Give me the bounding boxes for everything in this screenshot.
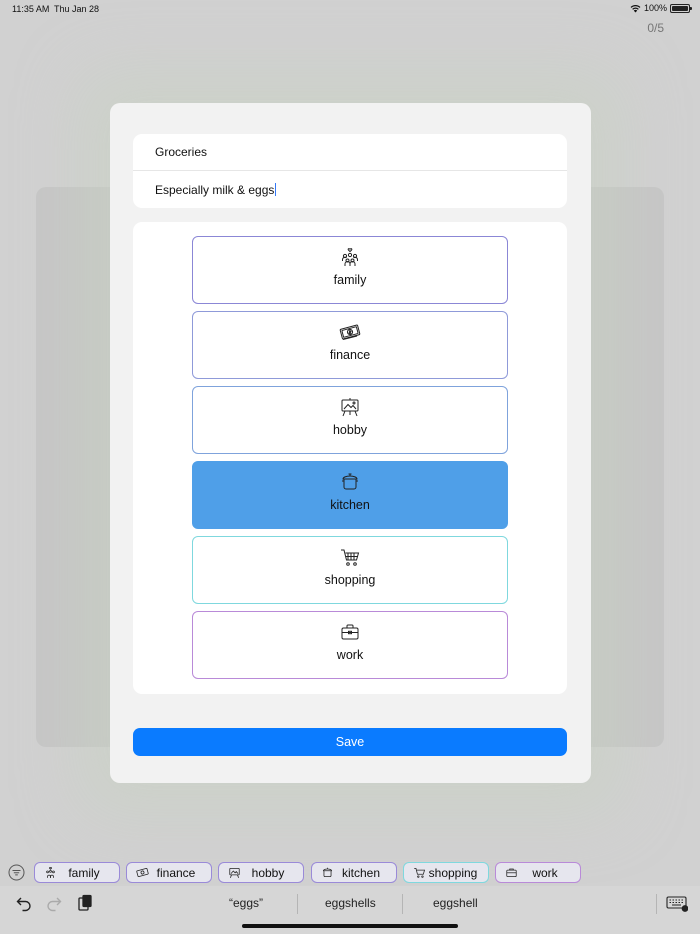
text-fields-group: Groceries Especially milk & eggs — [133, 134, 567, 208]
money-icon — [339, 324, 361, 340]
tag-chip-finance[interactable]: finance — [126, 862, 212, 883]
notes-field[interactable]: Especially milk & eggs — [133, 171, 567, 208]
suggestion-divider — [297, 894, 298, 914]
category-list: family finance hobby kitchen shopping wo… — [133, 222, 567, 694]
char-counter: 0/5 — [647, 21, 664, 35]
category-work-button[interactable]: work — [192, 611, 508, 679]
tag-chip-finance-label: finance — [156, 865, 196, 880]
text-caret — [275, 183, 277, 196]
paste-icon[interactable] — [76, 894, 94, 912]
wifi-icon — [630, 4, 641, 12]
notes-field-value: Especially milk & eggs — [155, 182, 275, 197]
keyboard-dismiss-icon[interactable] — [666, 894, 688, 912]
category-family-button[interactable]: family — [192, 236, 508, 304]
tag-chip-kitchen[interactable]: kitchen — [311, 862, 397, 883]
category-hobby-button[interactable]: hobby — [192, 386, 508, 454]
title-field[interactable]: Groceries — [133, 134, 567, 171]
category-kitchen-label: kitchen — [330, 498, 370, 512]
category-finance-button[interactable]: finance — [192, 311, 508, 379]
suggestion-2[interactable]: eggshells — [325, 896, 376, 910]
category-kitchen-button[interactable]: kitchen — [192, 461, 508, 529]
pot-icon — [342, 473, 358, 490]
tag-chip-work-label: work — [532, 865, 558, 880]
tag-chip-kitchen-label: kitchen — [341, 865, 381, 880]
category-hobby-label: hobby — [332, 423, 368, 437]
title-field-value: Groceries — [155, 145, 208, 159]
battery-percent: 100% — [643, 3, 667, 13]
edit-item-modal: Groceries Especially milk & eggs family — [110, 103, 591, 783]
filter-icon[interactable] — [8, 864, 25, 881]
undo-icon[interactable] — [15, 894, 33, 912]
category-finance-label: finance — [329, 348, 371, 362]
tag-shortcut-bar: family finance hobby kitchen shopping wo… — [0, 858, 700, 886]
status-bar: 11:35 AM Thu Jan 28 100% — [0, 0, 700, 18]
tag-chip-family-label: family — [68, 865, 100, 880]
suggestion-1[interactable]: “eggs” — [229, 896, 263, 910]
toolbar-divider — [656, 894, 657, 914]
category-family-label: family — [333, 273, 367, 287]
easel-icon — [341, 398, 359, 417]
tag-chip-hobby-label: hobby — [251, 865, 285, 880]
family-icon — [342, 248, 358, 266]
home-indicator — [242, 924, 458, 928]
tag-chip-shopping-label: shopping — [428, 865, 478, 880]
status-date: Thu Jan 28 — [54, 4, 100, 14]
suggestion-3[interactable]: eggshell — [433, 896, 478, 910]
battery-icon — [670, 3, 692, 13]
tag-chip-hobby[interactable]: hobby — [218, 862, 304, 883]
category-work-label: work — [336, 648, 364, 662]
tag-chip-work[interactable]: work — [495, 862, 581, 883]
status-time: 11:35 AM — [12, 4, 50, 14]
redo-icon[interactable] — [45, 894, 63, 912]
briefcase-icon — [341, 624, 359, 640]
tag-chip-shopping[interactable]: shopping — [403, 862, 489, 883]
cart-icon — [341, 549, 360, 566]
category-shopping-button[interactable]: shopping — [192, 536, 508, 604]
suggestion-divider — [402, 894, 403, 914]
category-shopping-label: shopping — [324, 573, 376, 587]
save-button[interactable]: Save — [133, 728, 567, 756]
status-indicators: 100% — [630, 3, 692, 13]
tag-chip-family[interactable]: family — [34, 862, 120, 883]
